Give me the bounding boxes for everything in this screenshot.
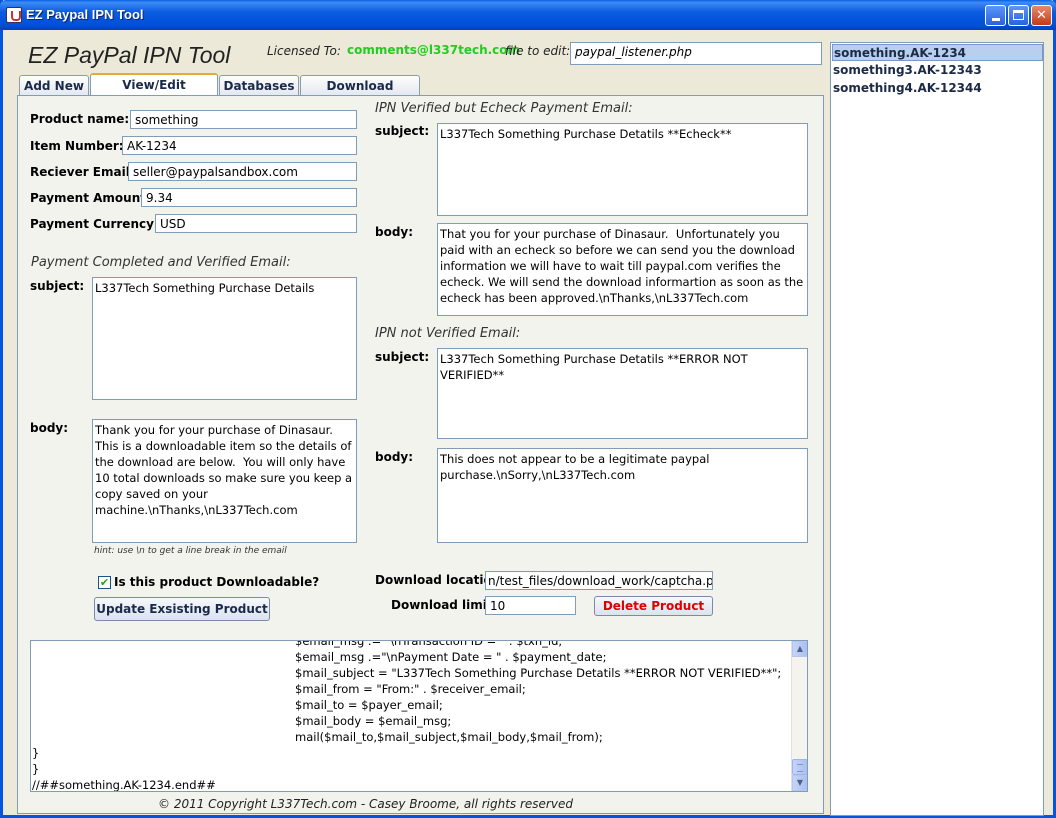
download-limit-label: Download limit: xyxy=(391,598,498,612)
licensed-email: comments@l337tech.com xyxy=(347,43,521,57)
product-list[interactable]: something.AK-1234 something3.AK-12343 so… xyxy=(830,42,1044,816)
downloadable-label: Is this product Downloadable? xyxy=(114,575,320,589)
close-button[interactable]: ✕ xyxy=(1031,5,1052,26)
echeck-body-label: body: xyxy=(375,225,414,239)
tab-add-new[interactable]: Add New xyxy=(19,75,89,96)
tab-databases[interactable]: Databases xyxy=(219,75,299,96)
code-line: $mail_body = $email_msg; xyxy=(295,714,452,728)
product-name-input[interactable]: something xyxy=(130,110,357,129)
line-break-hint: hint: use \n to get a line break in the … xyxy=(94,546,287,556)
not-verified-subject-textarea[interactable]: L337Tech Something Purchase Detatils **E… xyxy=(437,348,808,439)
payment-currency-input[interactable]: USD xyxy=(155,214,357,233)
scroll-down-icon[interactable]: ▼ xyxy=(792,775,807,791)
window-title: EZ Paypal IPN Tool xyxy=(26,7,144,22)
item-number-input[interactable]: AK-1234 xyxy=(122,136,357,155)
licensed-label: Licensed To: xyxy=(267,44,341,58)
checkmark-icon: ✔ xyxy=(99,576,110,589)
echeck-email-title: IPN Verified but Echeck Payment Email: xyxy=(375,101,633,116)
copyright-footer: © 2011 Copyright L337Tech.com - Casey Br… xyxy=(158,797,573,811)
app-title: EZ PayPal IPN Tool xyxy=(28,42,231,68)
app-window: EZ Paypal IPN Tool ✕ EZ PayPal IPN Tool … xyxy=(0,0,1056,818)
minimize-button[interactable] xyxy=(985,5,1006,26)
code-line: $mail_to = $payer_email; xyxy=(295,698,443,712)
completed-body-label: body: xyxy=(30,421,69,435)
script-code-area[interactable]: $email_msg .= "\nTransaction ID = " . $t… xyxy=(30,640,808,792)
payment-amount-label: Payment Amount: xyxy=(30,191,151,205)
item-number-label: Item Number: xyxy=(30,139,124,153)
code-line: $mail_subject = "L337Tech Something Purc… xyxy=(295,666,782,680)
code-line: mail($mail_to,$mail_subject,$mail_body,$… xyxy=(295,730,603,744)
download-limit-input[interactable]: 10 xyxy=(485,596,576,615)
product-list-item[interactable]: something4.AK-12344 xyxy=(832,80,1043,97)
echeck-subject-textarea[interactable]: L337Tech Something Purchase Detatils **E… xyxy=(437,123,808,216)
scroll-thumb[interactable] xyxy=(792,759,807,775)
file-to-edit-input[interactable]: paypal_listener.php xyxy=(570,42,822,65)
not-verified-body-textarea[interactable]: This does not appear to be a legitimate … xyxy=(437,448,808,543)
code-line: $email_msg .="\nPayment Date = " . $paym… xyxy=(295,650,607,664)
receiver-email-label: Reciever Email: xyxy=(30,165,135,179)
maximize-button[interactable] xyxy=(1008,5,1029,26)
minimize-icon xyxy=(992,18,1000,21)
receiver-email-input[interactable]: seller@paypalsandbox.com xyxy=(128,162,357,181)
completed-subject-textarea[interactable]: L337Tech Something Purchase Details xyxy=(92,277,357,400)
not-verified-subject-label: subject: xyxy=(375,350,430,364)
tab-download-scripts[interactable]: Download Scripts xyxy=(300,75,420,113)
downloadable-checkbox[interactable]: ✔ xyxy=(98,576,111,589)
echeck-subject-label: subject: xyxy=(375,124,430,138)
tab-view-edit-existing[interactable]: View/Edit Exsisting xyxy=(90,73,218,112)
file-to-edit-label: file to edit: xyxy=(505,44,571,58)
completed-subject-label: subject: xyxy=(30,279,85,293)
delete-product-button[interactable]: Delete Product xyxy=(594,596,713,616)
close-icon: ✕ xyxy=(1036,8,1047,23)
echeck-body-textarea[interactable]: That you for your purchase of Dinasaur. … xyxy=(437,223,808,316)
code-line: $email_msg .= "\nTransaction ID = " . $t… xyxy=(295,640,563,648)
java-app-icon xyxy=(6,7,22,23)
code-line: //##something.AK-1234.end## xyxy=(32,778,216,792)
completed-body-textarea[interactable]: Thank you for your purchase of Dinasaur.… xyxy=(92,419,357,543)
code-scrollbar[interactable]: ▲ ▼ xyxy=(791,641,807,791)
product-list-item[interactable]: something.AK-1234 xyxy=(832,44,1043,61)
code-line: $mail_from = "From:" . $receiver_email; xyxy=(295,682,526,696)
not-verified-email-title: IPN not Verified Email: xyxy=(375,326,521,341)
completed-email-title: Payment Completed and Verified Email: xyxy=(31,255,291,270)
code-line: } xyxy=(32,762,40,776)
code-line: } xyxy=(32,746,40,760)
scroll-up-icon[interactable]: ▲ xyxy=(792,641,807,657)
product-name-label: Product name: xyxy=(30,112,130,126)
product-list-item[interactable]: something3.AK-12343 xyxy=(832,62,1043,79)
not-verified-body-label: body: xyxy=(375,450,414,464)
payment-currency-label: Payment Currency: xyxy=(30,217,159,231)
update-existing-product-button[interactable]: Update Exsisting Product xyxy=(94,597,270,621)
title-bar[interactable]: EZ Paypal IPN Tool ✕ xyxy=(0,0,1056,30)
download-location-input[interactable]: n/test_files/download_work/captcha.php xyxy=(485,571,713,590)
maximize-icon xyxy=(1013,10,1024,20)
payment-amount-input[interactable]: 9.34 xyxy=(141,188,357,207)
